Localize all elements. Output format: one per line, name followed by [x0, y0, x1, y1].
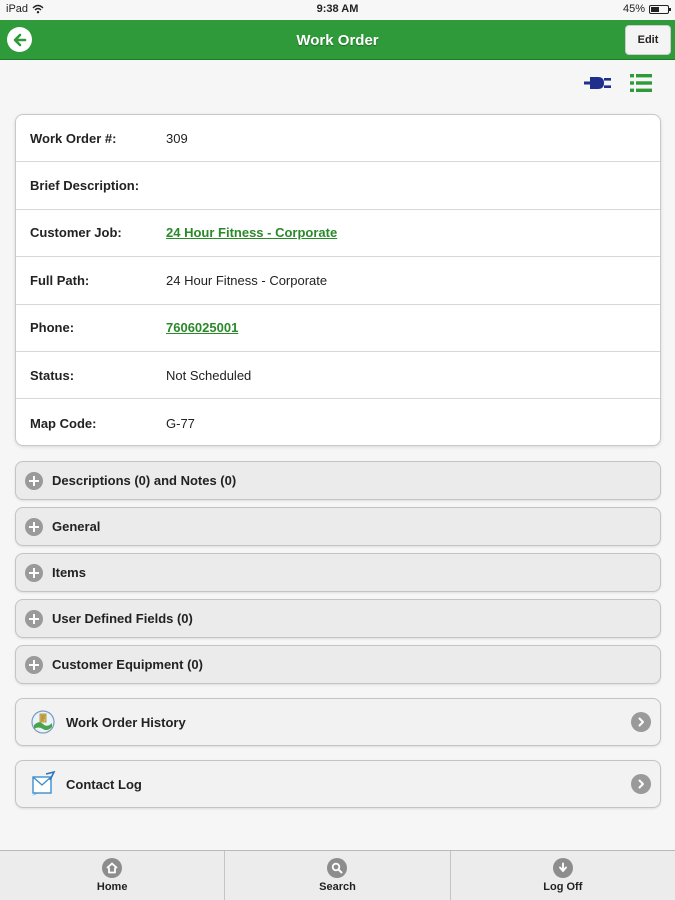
- expand-plus-icon: [25, 609, 43, 628]
- section-label: Items: [52, 565, 86, 580]
- detail-label: Full Path:: [30, 272, 90, 288]
- section-descriptions-notes[interactable]: Descriptions (0) and Notes (0): [15, 461, 661, 500]
- phone-link[interactable]: 7606025001: [166, 320, 238, 335]
- contact-log-row[interactable]: Contact Log: [15, 760, 661, 808]
- chevron-right-icon: [631, 712, 651, 732]
- list-icon[interactable]: [630, 73, 652, 93]
- detail-label: Customer Job:: [30, 225, 122, 241]
- chevron-right-icon: [631, 774, 651, 794]
- tab-label: Log Off: [543, 881, 583, 893]
- detail-row-status: Status: Not Scheduled: [16, 352, 660, 400]
- work-order-details: Work Order #: 309 Brief Description: Cus…: [15, 114, 661, 446]
- section-general[interactable]: General: [15, 507, 661, 546]
- expand-plus-icon: [25, 471, 43, 490]
- customer-job-link[interactable]: 24 Hour Fitness - Corporate: [166, 225, 337, 240]
- detail-value: 24 Hour Fitness - Corporate: [166, 272, 328, 288]
- log-off-icon: [552, 858, 573, 878]
- work-order-history-row[interactable]: Work Order History: [15, 698, 661, 746]
- section-label: Customer Equipment (0): [52, 657, 203, 672]
- tab-log-off[interactable]: Log Off: [451, 851, 675, 900]
- status-time: 9:38 AM: [316, 3, 359, 15]
- detail-row-work-order-number: Work Order #: 309: [16, 115, 660, 163]
- expand-plus-icon: [25, 655, 43, 674]
- plug-icon[interactable]: [584, 73, 612, 93]
- detail-row-full-path: Full Path: 24 Hour Fitness - Corporate: [16, 257, 660, 305]
- link-row-label: Contact Log: [66, 776, 142, 792]
- tab-home[interactable]: Home: [0, 851, 226, 900]
- page-title: Work Order: [296, 32, 379, 49]
- section-user-defined-fields[interactable]: User Defined Fields (0): [15, 599, 661, 638]
- app-header: Work Order Edit: [0, 20, 675, 60]
- detail-label: Work Order #:: [30, 130, 117, 146]
- home-icon: [102, 858, 123, 878]
- detail-label: Status:: [30, 367, 75, 383]
- edit-button[interactable]: Edit: [625, 25, 671, 55]
- search-icon: [327, 858, 348, 878]
- expand-plus-icon: [25, 517, 43, 536]
- footer-tab-bar: Home Search Log Off: [0, 850, 675, 900]
- detail-label: Phone:: [30, 320, 75, 336]
- section-label: Descriptions (0) and Notes (0): [52, 473, 237, 488]
- status-bar: iPad 9:38 AM 45%: [0, 0, 675, 20]
- battery-percent: 45%: [622, 3, 645, 15]
- expand-plus-icon: [25, 563, 43, 582]
- detail-row-customer-job: Customer Job: 24 Hour Fitness - Corporat…: [16, 210, 660, 258]
- detail-label: Brief Description:: [30, 178, 140, 194]
- detail-value: 309: [166, 130, 188, 146]
- history-globe-icon: [31, 710, 55, 734]
- detail-label: Map Code:: [30, 415, 97, 431]
- section-customer-equipment[interactable]: Customer Equipment (0): [15, 645, 661, 684]
- detail-row-phone: Phone: 7606025001: [16, 305, 660, 352]
- contact-log-icon: [32, 771, 56, 796]
- section-label: User Defined Fields (0): [52, 611, 193, 626]
- link-row-label: Work Order History: [66, 714, 186, 730]
- detail-value: Not Scheduled: [166, 367, 252, 383]
- detail-row-map-code: Map Code: G-77: [16, 399, 660, 445]
- tab-label: Home: [96, 881, 128, 893]
- tab-label: Search: [319, 881, 356, 893]
- battery-icon: [649, 4, 671, 14]
- detail-row-brief-description: Brief Description:: [16, 162, 660, 210]
- detail-value: G-77: [166, 415, 195, 431]
- section-label: General: [52, 519, 101, 534]
- section-items[interactable]: Items: [15, 553, 661, 592]
- tab-search[interactable]: Search: [225, 851, 451, 900]
